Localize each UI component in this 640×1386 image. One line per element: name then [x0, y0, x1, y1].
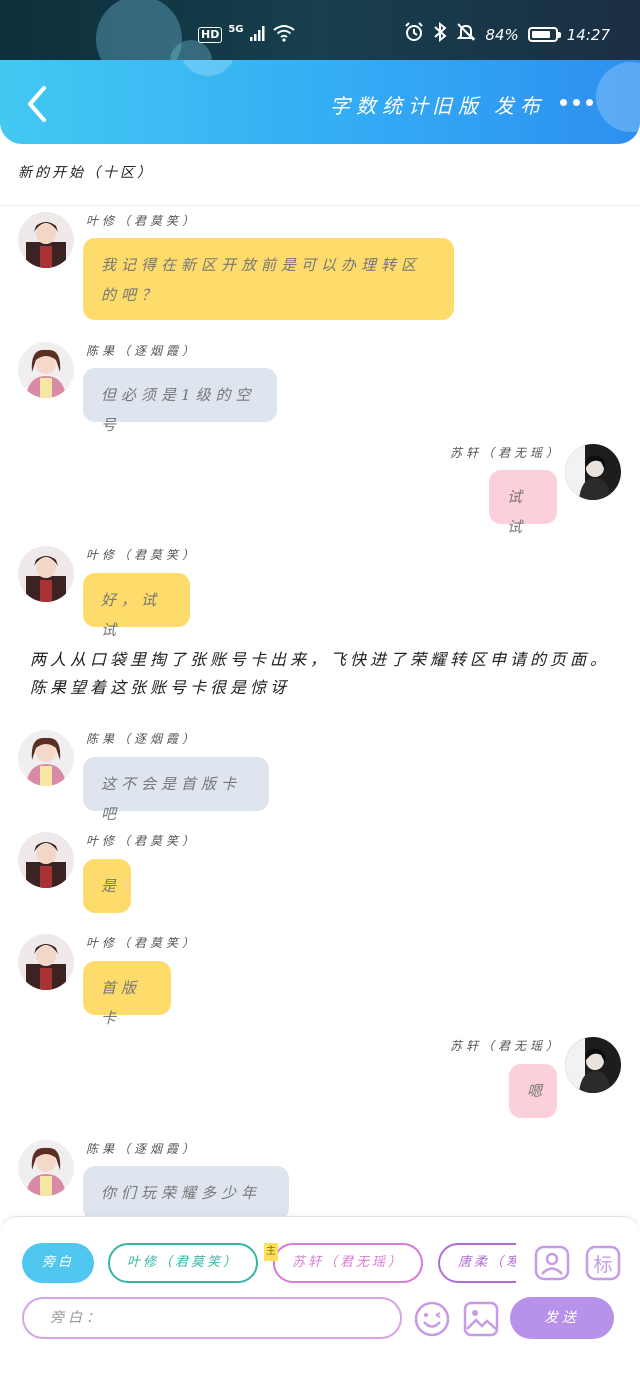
more-dot-icon: [573, 98, 580, 106]
speaker-name: 叶修（君莫笑）: [86, 834, 199, 848]
role-chip-narration[interactable]: 旁白: [22, 1243, 94, 1283]
more-menu-button[interactable]: [560, 94, 600, 110]
emoji-button[interactable]: [414, 1301, 450, 1337]
signal-icon: [249, 25, 266, 44]
mute-bell-icon: [456, 22, 476, 47]
message-bubble[interactable]: 但必须是1级的空号: [83, 368, 277, 434]
battery-icon: [527, 27, 561, 42]
role-manage-button[interactable]: [534, 1245, 570, 1281]
more-dot-icon: [560, 98, 567, 106]
battery-percent: 84%: [485, 25, 519, 44]
speaker-name: 陈果（逐烟霞）: [86, 344, 199, 358]
top-header: 字数统计 旧版 发布: [0, 60, 640, 144]
avatar-chenguo[interactable]: [18, 342, 74, 398]
back-arrow-icon: [28, 86, 46, 122]
avatar-suxuan[interactable]: [565, 1037, 621, 1093]
system-indicators: 84% 14:27: [404, 21, 610, 47]
avatar-yexiu[interactable]: [18, 832, 74, 888]
network-indicators: HD 5G: [198, 24, 296, 45]
speaker-name: 陈果（逐烟霞）: [86, 732, 199, 746]
avatar-chenguo[interactable]: [18, 1140, 74, 1196]
header-decoration: [180, 60, 236, 76]
network-type: 5G: [228, 24, 244, 35]
emoji-icon: [414, 1301, 450, 1337]
label-icon: 标: [585, 1245, 621, 1281]
avatar-chenguo[interactable]: [18, 730, 74, 786]
message-input[interactable]: 旁白：: [22, 1297, 402, 1339]
message-bubble[interactable]: 是: [83, 859, 131, 913]
speaker-name: 陈果（逐烟霞）: [86, 1142, 199, 1156]
svg-text:标: 标: [593, 1254, 612, 1276]
role-chip-suxuan[interactable]: 苏轩（君无瑶）: [273, 1243, 423, 1283]
role-chip-yexiu[interactable]: 叶修（君莫笑）: [108, 1243, 258, 1283]
bluetooth-icon: [433, 21, 447, 47]
chapter-title: 新的开始（十区）: [18, 165, 154, 181]
avatar-yexiu[interactable]: [18, 212, 74, 268]
more-dot-icon: [586, 98, 593, 106]
avatar-yexiu[interactable]: [18, 546, 74, 602]
message-bubble[interactable]: 我记得在新区开放前是可以办理转区的吧？: [83, 238, 454, 320]
speaker-name: 叶修（君莫笑）: [86, 214, 199, 228]
header-decoration: [596, 62, 640, 132]
narration-text[interactable]: 两人从口袋里掏了张账号卡出来，飞快进了荣耀转区申请的页面。陈果望着这张账号卡很是…: [30, 646, 620, 702]
composer-panel: 旁白 叶修（君莫笑） 苏轩（君无瑶） 主 唐柔（寒 标 旁白： 发送: [0, 1216, 640, 1341]
message-bubble[interactable]: 首版卡: [83, 961, 171, 1027]
role-chip-tangrou[interactable]: 唐柔（寒: [438, 1243, 516, 1283]
speaker-name: 苏轩（君无瑶）: [450, 446, 563, 460]
status-bar: HD 5G 84% 14:27: [0, 0, 640, 60]
word-count-button[interactable]: 字数统计: [330, 90, 434, 119]
alarm-icon: [404, 22, 424, 47]
publish-button[interactable]: 发布: [494, 90, 546, 119]
old-version-button[interactable]: 旧版: [432, 90, 484, 119]
message-bubble[interactable]: 嗯: [509, 1064, 557, 1118]
status-bar-decoration: [96, 0, 182, 60]
hd-badge: HD: [198, 26, 223, 43]
speaker-name: 叶修（君莫笑）: [86, 936, 199, 950]
message-bubble[interactable]: 你们玩荣耀多少年了: [83, 1166, 289, 1232]
wifi-icon: [272, 24, 296, 45]
avatar-suxuan[interactable]: [565, 444, 621, 500]
send-button[interactable]: 发送: [510, 1297, 614, 1339]
speaker-name: 苏轩（君无瑶）: [450, 1039, 563, 1053]
clock: 14:27: [566, 25, 610, 44]
back-button[interactable]: [22, 82, 62, 122]
message-bubble[interactable]: 试试: [489, 470, 557, 536]
image-icon: [463, 1301, 499, 1337]
main-role-tag: 主: [264, 1243, 278, 1261]
contact-card-icon: [534, 1245, 570, 1281]
label-button[interactable]: 标: [585, 1245, 621, 1281]
divider: [0, 205, 640, 206]
message-bubble[interactable]: 好，试试: [83, 573, 190, 639]
bottom-safe-area: [0, 1340, 640, 1386]
avatar-yexiu[interactable]: [18, 934, 74, 990]
image-button[interactable]: [463, 1301, 499, 1337]
message-bubble[interactable]: 这不会是首版卡吧: [83, 757, 269, 823]
speaker-name: 叶修（君莫笑）: [86, 548, 199, 562]
